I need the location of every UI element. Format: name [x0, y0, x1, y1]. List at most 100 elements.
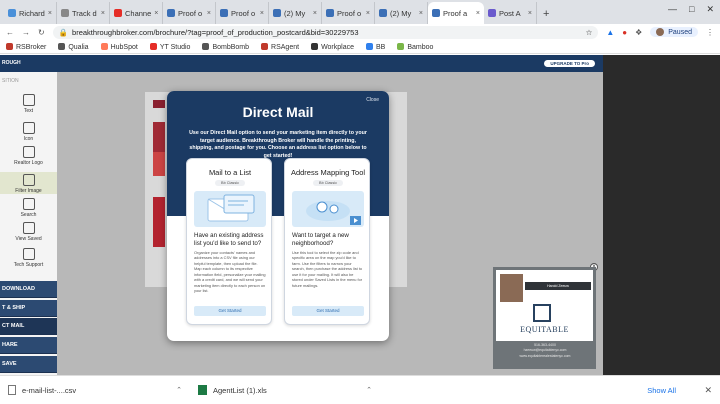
mail-to-list-option[interactable]: Mail to a List Bb Classic Have an existi… [186, 158, 272, 325]
avatar [656, 28, 665, 36]
bookmark-favicon-icon [202, 42, 210, 50]
browser-tab[interactable]: (2) My × [375, 2, 428, 24]
bookmark-label: RSAgent [271, 43, 300, 51]
option-title: Mail to a List [208, 168, 252, 177]
tab-close-icon[interactable]: × [154, 10, 158, 17]
download-filename: AgentList (1).xls [213, 385, 267, 395]
sidebar-tool-image[interactable]: Filter Image [0, 172, 57, 194]
tab-favicon-icon [273, 9, 281, 17]
sidebar-tool-label: View Saved [15, 236, 42, 242]
extension-icon[interactable]: ▲ [606, 28, 614, 37]
sidebar-tool-support[interactable]: Tech Support [0, 248, 57, 268]
get-started-button[interactable]: Get Started [292, 306, 364, 316]
tab-close-icon[interactable]: × [48, 10, 52, 17]
tab-close-icon[interactable]: × [528, 10, 532, 17]
profile-status-button[interactable]: Paused [650, 27, 698, 37]
close-window-icon[interactable]: ✕ [706, 4, 714, 15]
tab-close-icon[interactable]: × [101, 10, 105, 17]
menu-kebab-icon[interactable]: ⋮ [706, 28, 714, 37]
upgrade-button[interactable]: UPGRADE TO Pro [544, 60, 595, 67]
address-mapping-option[interactable]: Address Mapping Tool Bb Classic Want to … [284, 158, 370, 325]
tab-label: (2) My [284, 8, 306, 18]
bookmark-favicon-icon [6, 42, 13, 50]
sidebar-tool-folder[interactable]: View Saved [0, 222, 57, 242]
bookmark-item[interactable]: RSAgent [261, 42, 300, 51]
browser-tab[interactable]: Proof o × [322, 2, 375, 24]
bookmark-item[interactable]: Qualia [58, 42, 89, 51]
bookmark-item[interactable]: BB [366, 42, 386, 51]
map-illustration [292, 191, 364, 227]
bookmark-label: Workplace [321, 43, 355, 51]
tab-close-icon[interactable]: × [207, 10, 211, 17]
tab-close-icon[interactable]: × [260, 10, 264, 17]
tab-favicon-icon [379, 9, 387, 17]
sidebar-tool-label: Search [20, 212, 37, 218]
support-icon [22, 248, 35, 260]
option-title: Address Mapping Tool [290, 168, 366, 177]
forward-icon[interactable]: → [22, 28, 30, 37]
minimize-icon[interactable]: — [668, 4, 677, 15]
bookmarks-bar: RSBroker Qualia HubSpot YT Studio BombBomb RS… [0, 40, 720, 54]
puzzle-icon[interactable]: ❖ [635, 28, 642, 37]
close-downloads-icon[interactable]: ✕ [704, 385, 712, 396]
bookmark-item[interactable]: BombBomb [202, 42, 249, 51]
chevron-up-icon[interactable]: ⌃ [176, 386, 182, 394]
preview-front: Harold Zeeuw EQUITABLE [496, 270, 593, 341]
bookmark-item[interactable]: RSBroker [6, 42, 47, 51]
browser-tab[interactable]: Track d × [57, 2, 110, 24]
downloads-bar: e-mail-list-....csv ⌃ AgentList (1).xls … [0, 375, 720, 404]
download-filename: e-mail-list-....csv [22, 385, 77, 395]
bookmark-item[interactable]: YT Studio [149, 42, 191, 51]
sidebar-tool-logo[interactable]: Realtor Logo [0, 146, 57, 166]
option-body: Organize your contacts' names and addres… [194, 250, 266, 294]
tab-close-icon[interactable]: × [419, 10, 423, 17]
bookmark-favicon-icon [261, 42, 269, 50]
chevron-up-icon[interactable]: ⌃ [366, 386, 372, 394]
bookmark-label: BB [376, 43, 386, 51]
tab-close-icon[interactable]: × [366, 10, 370, 17]
maximize-icon[interactable]: □ [689, 4, 694, 15]
new-tab-icon[interactable]: + [537, 8, 555, 24]
option-body: Use this tool to select the zip code and… [292, 250, 363, 288]
url-input[interactable]: 🔒 breakthroughbroker.com/brochure/?tag=p… [52, 25, 599, 39]
browser-tab[interactable]: Richard × [4, 2, 57, 24]
show-all-button[interactable]: Show All [647, 386, 676, 395]
bookmark-label: RSBroker [16, 43, 47, 51]
sidebar-nav-item[interactable]: CT MAIL [0, 318, 57, 335]
sidebar-nav-item[interactable]: T & SHIP [0, 300, 57, 317]
bookmark-item[interactable]: Bamboo [397, 42, 433, 51]
tab-close-icon[interactable]: × [476, 10, 480, 17]
bookmark-item[interactable]: Workplace [311, 42, 355, 51]
browser-tab[interactable]: Proof o × [216, 2, 269, 24]
bookmark-favicon-icon [311, 42, 319, 50]
browser-tab[interactable]: Proof o × [163, 2, 216, 24]
option-question: Want to target a new neighborhood? [292, 232, 349, 248]
sidebar-nav-item[interactable]: DOWNLOAD [0, 281, 57, 298]
reload-icon[interactable]: ↻ [38, 28, 45, 37]
bookmark-item[interactable]: HubSpot [100, 42, 138, 51]
browser-tab[interactable]: Channe × [110, 2, 163, 24]
browser-tab[interactable]: (2) My × [269, 2, 322, 24]
browser-tab[interactable]: Proof a × [428, 2, 484, 24]
sidebar-tool-search[interactable]: Search [0, 198, 57, 218]
bookmark-label: YT Studio [159, 43, 191, 51]
close-button[interactable]: Close [366, 97, 379, 103]
sidebar-tool-text[interactable]: Text [0, 94, 57, 114]
tab-favicon-icon [61, 9, 69, 17]
address-bar-row: ← → ↻ 🔒 breakthroughbroker.com/brochure/… [0, 24, 720, 40]
download-item[interactable]: AgentList (1).xls ⌃ [190, 385, 380, 395]
get-started-button[interactable]: Get Started [194, 306, 266, 316]
browser-tab[interactable]: Post A × [484, 2, 537, 24]
tab-close-icon[interactable]: × [313, 10, 317, 17]
extension-icon[interactable]: ● [622, 28, 627, 37]
tab-favicon-icon [432, 9, 440, 17]
download-item[interactable]: e-mail-list-....csv ⌃ [0, 385, 190, 395]
back-icon[interactable]: ← [6, 28, 14, 37]
sidebar-nav-item[interactable]: SAVE [0, 356, 57, 373]
sidebar-nav-item[interactable]: HARE [0, 337, 57, 354]
tab-label: Richard [19, 8, 45, 18]
star-icon[interactable]: ☆ [586, 28, 593, 37]
tab-label: Proof o [337, 8, 362, 18]
postcard-preview[interactable]: Harold Zeeuw EQUITABLE 516-363-4400 hzee… [493, 267, 596, 369]
sidebar-tool-shape[interactable]: Icon [0, 122, 57, 142]
